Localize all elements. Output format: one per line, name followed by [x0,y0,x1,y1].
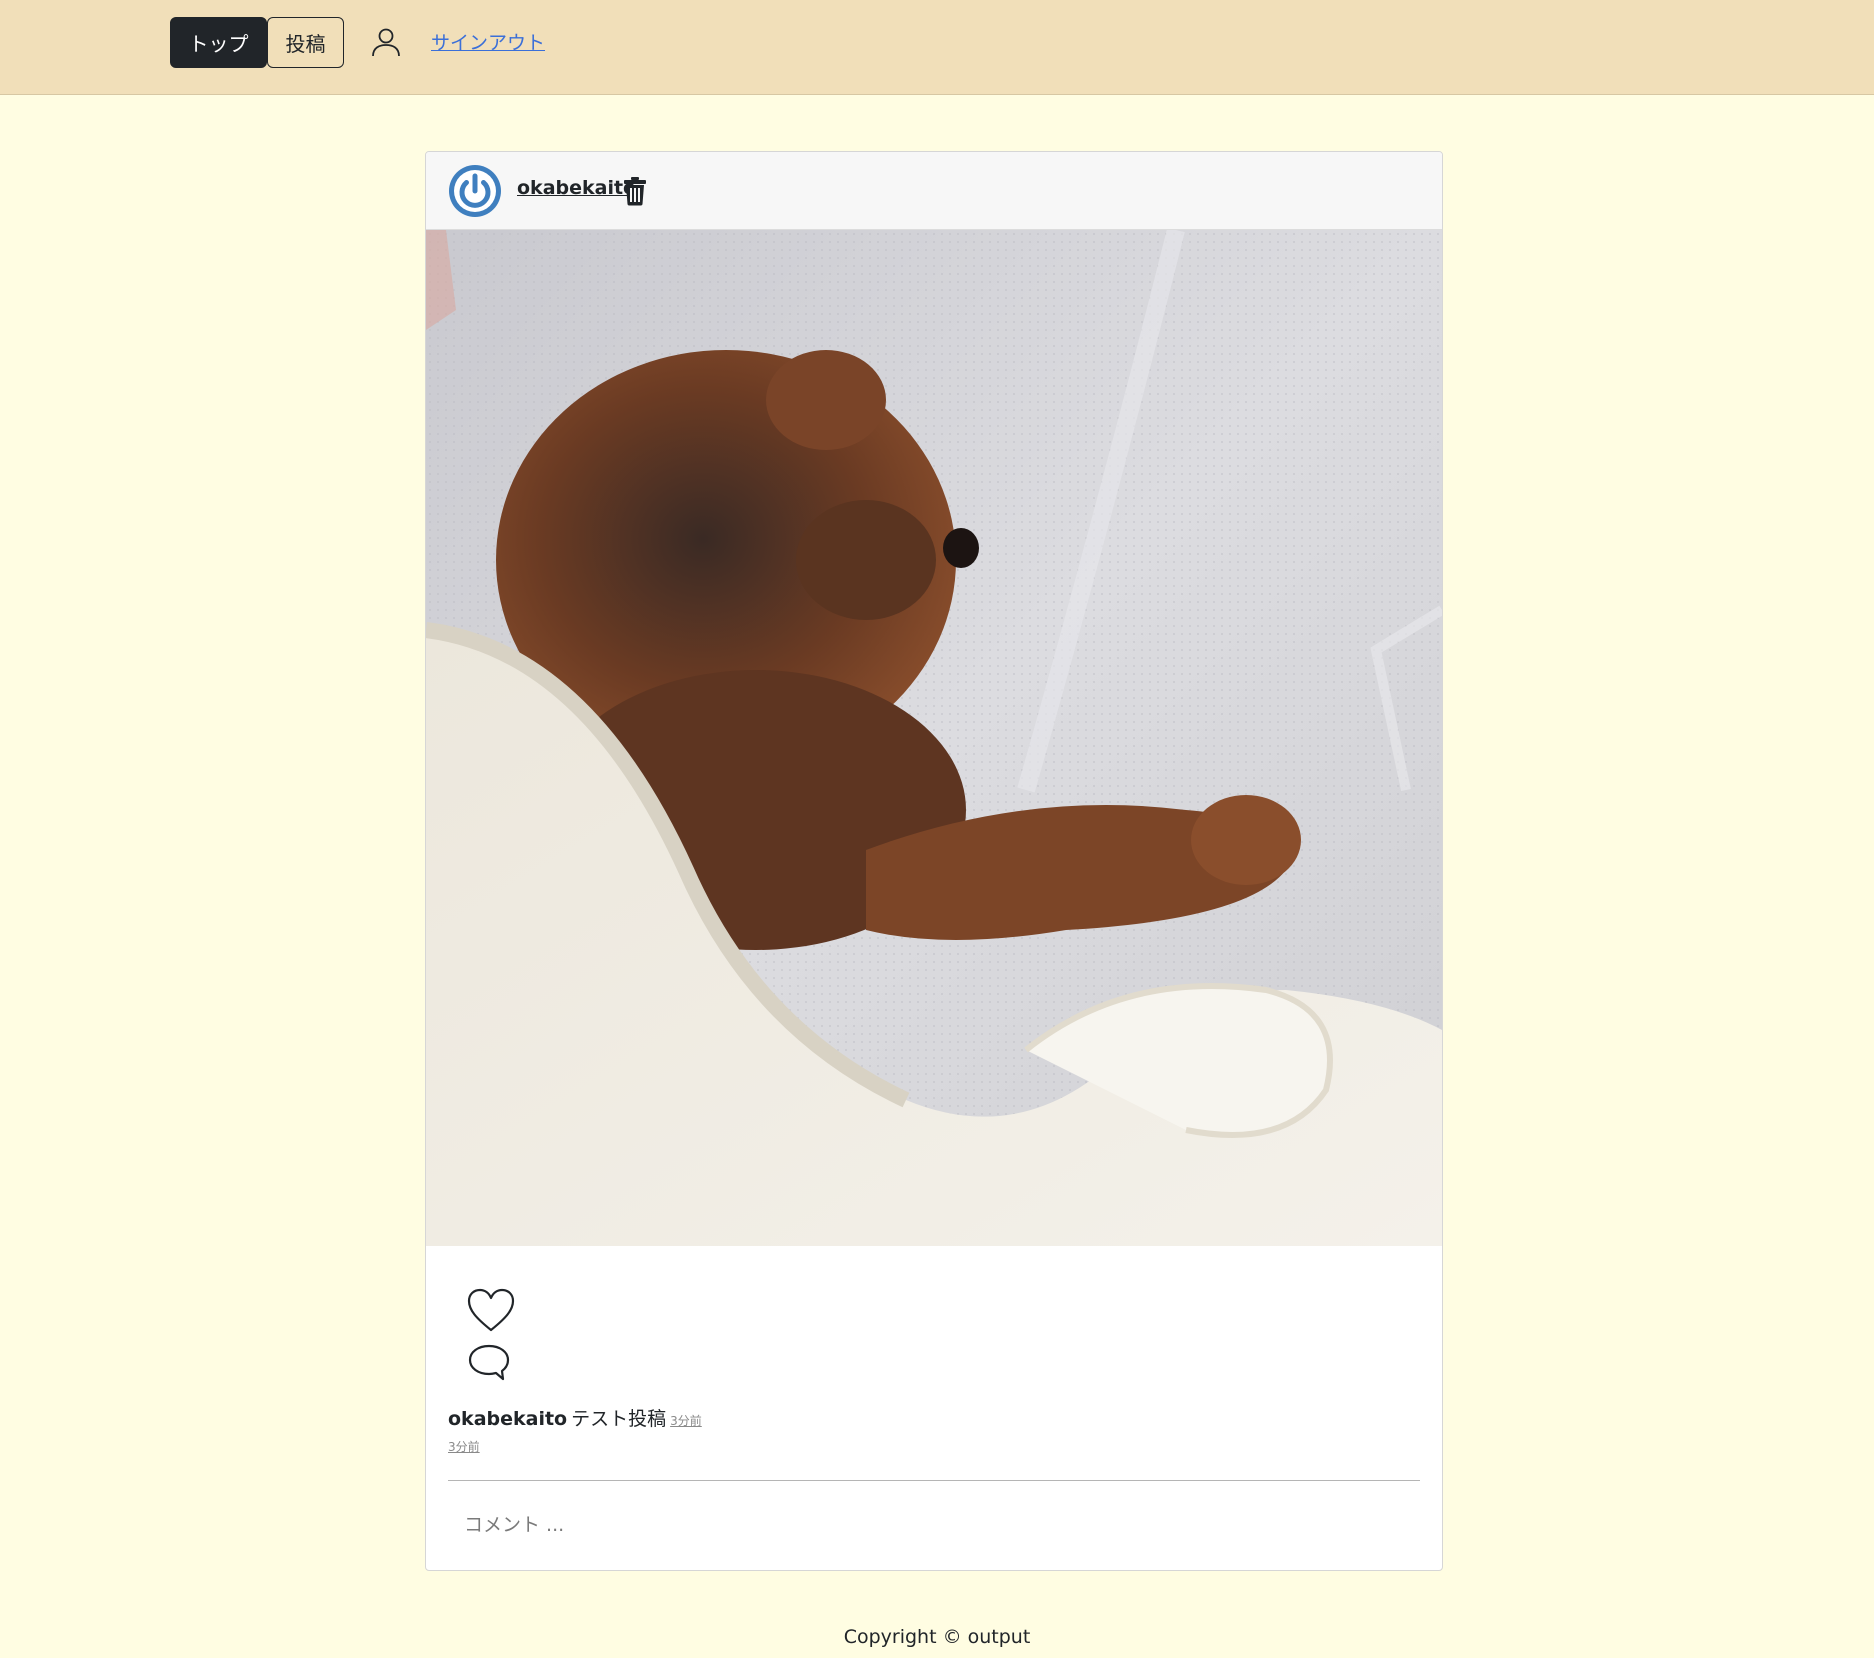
heart-icon[interactable] [466,1287,516,1333]
power-icon[interactable] [447,163,503,219]
post-timestamp[interactable]: 3分前 [448,1438,480,1455]
caption-timestamp[interactable]: 3分前 [670,1414,702,1428]
comment-divider [448,1480,1420,1481]
comment-input[interactable] [448,1497,1420,1553]
footer-copyright: Copyright © output [843,1626,1031,1648]
signout-link[interactable]: サインアウト [431,28,545,55]
post-username[interactable]: okabekaito [517,177,636,199]
caption-username[interactable]: okabekaito [448,1408,567,1430]
trash-icon[interactable] [622,176,648,206]
navbar: トップ 投稿 サインアウト [0,0,1874,95]
post-caption: okabekaito テスト投稿 3分前 [448,1404,702,1431]
post-photo [426,230,1442,1246]
top-button[interactable]: トップ [170,17,267,68]
post-card: okabekaito okabekaito テスト投稿 3分前 3分前 コメント… [425,151,1443,1571]
post-button[interactable]: 投稿 [267,17,344,68]
post-header: okabekaito [426,152,1442,230]
speech-bubble-icon[interactable] [466,1342,512,1384]
caption-text: テスト投稿 [571,1408,667,1430]
user-icon[interactable] [370,26,402,58]
